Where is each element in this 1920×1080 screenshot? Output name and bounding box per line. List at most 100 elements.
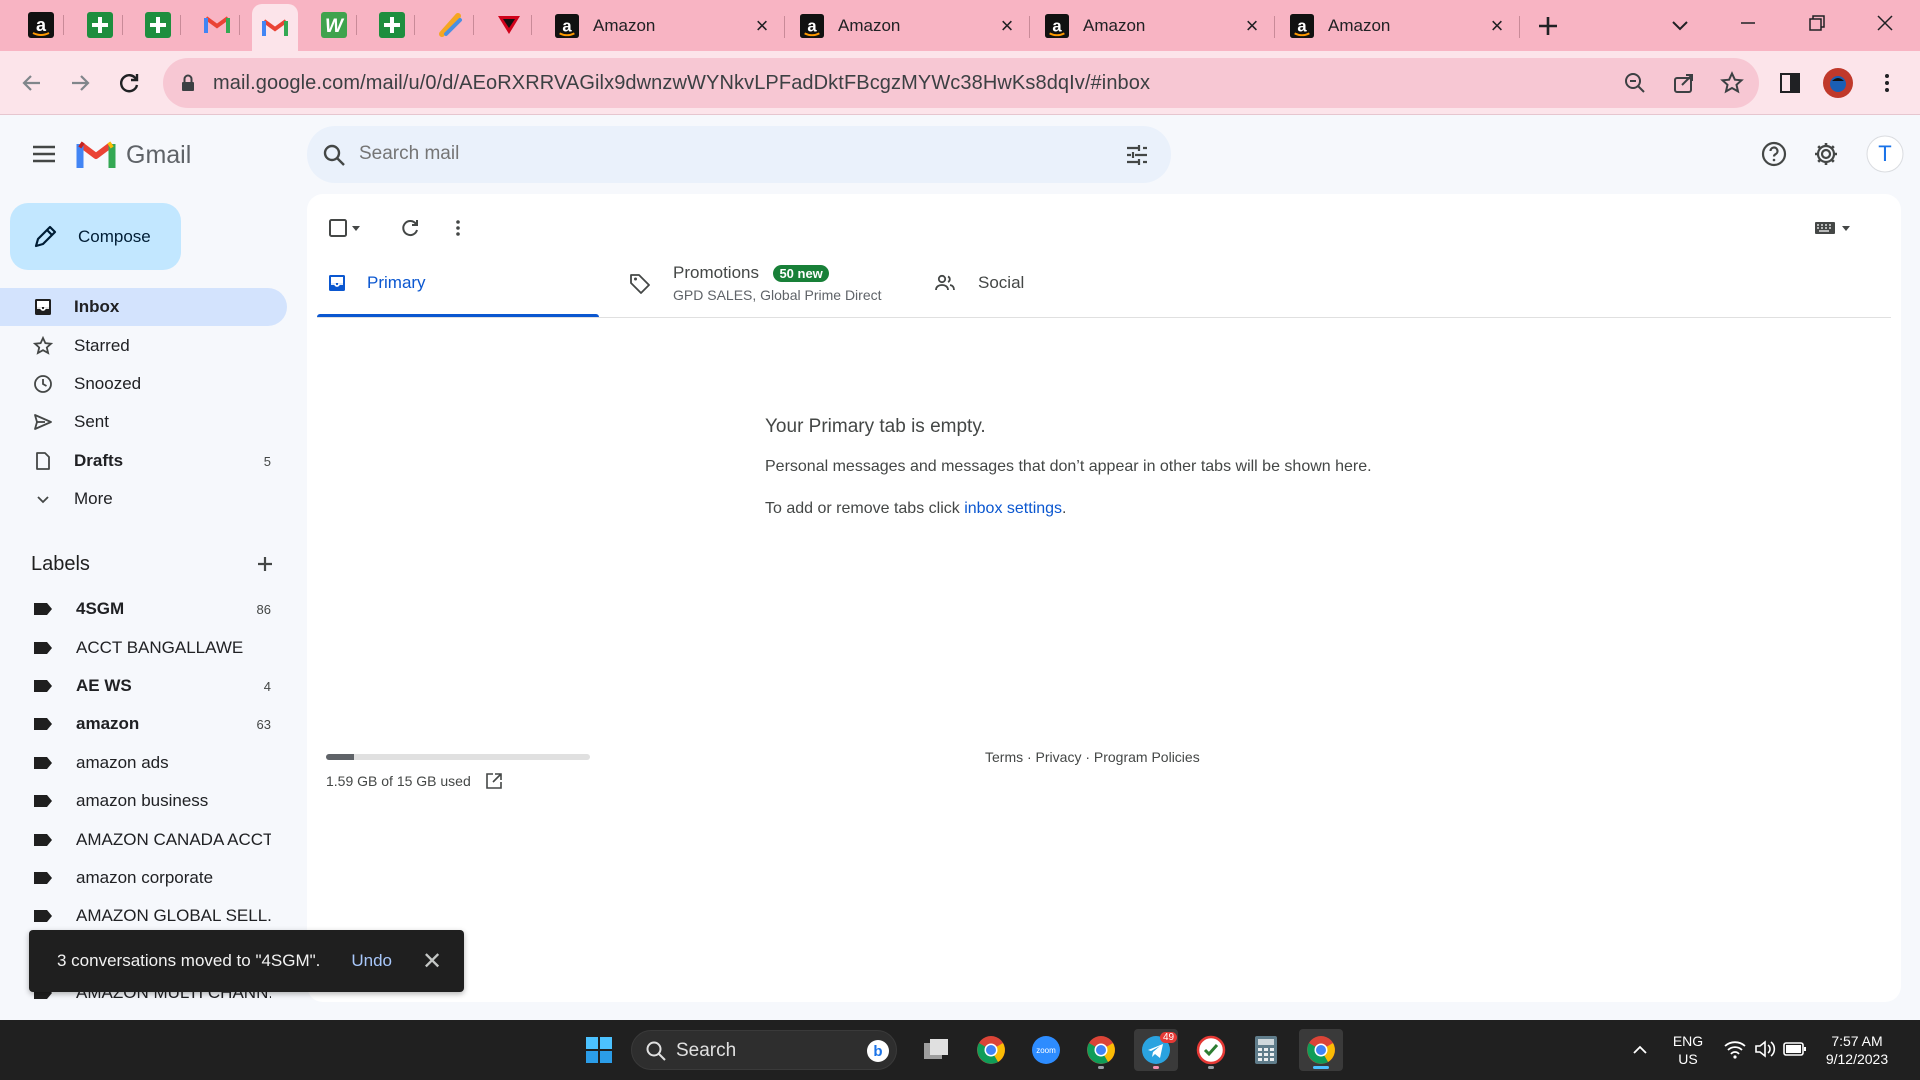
pinned-tab-gmail-1[interactable]	[194, 7, 240, 43]
profile-avatar-icon	[1823, 68, 1853, 98]
back-button[interactable]	[14, 65, 50, 101]
volume-button[interactable]	[1753, 1038, 1777, 1060]
main-menu-button[interactable]	[24, 138, 64, 170]
close-icon[interactable]: ×	[1486, 15, 1508, 37]
taskbar-calculator[interactable]	[1244, 1029, 1288, 1071]
star-icon[interactable]	[1720, 71, 1744, 95]
search-bar[interactable]	[307, 126, 1171, 183]
footer-links[interactable]: Terms · Privacy · Program Policies	[985, 749, 1200, 765]
label-item[interactable]: AMAZON CANADA ACCT	[0, 823, 287, 857]
running-indicator	[1153, 1066, 1159, 1069]
caret-down-icon[interactable]	[349, 221, 363, 235]
search-options-icon[interactable]	[1124, 142, 1150, 168]
minimize-button[interactable]	[1733, 8, 1763, 38]
windows-icon	[586, 1037, 612, 1063]
battery-button[interactable]	[1783, 1040, 1807, 1058]
pinned-tab-triangle-app[interactable]	[486, 7, 532, 43]
label-item[interactable]: amazon corporate	[0, 861, 287, 895]
address-bar[interactable]: mail.google.com/mail/u/0/d/AEoRXRRVAGilx…	[163, 58, 1759, 108]
tab-amazon-3[interactable]: a Amazon ×	[1035, 6, 1275, 46]
search-icon[interactable]	[321, 142, 347, 168]
tab-label: Primary	[367, 273, 426, 292]
taskbar-zoom[interactable]: zoom	[1024, 1029, 1068, 1071]
tab-amazon-1[interactable]: a Amazon ×	[545, 6, 785, 46]
pinned-tab-pen-app[interactable]	[428, 7, 474, 43]
pinned-tab-w-app[interactable]: W	[311, 7, 357, 43]
show-hidden-icons-button[interactable]	[1628, 1038, 1652, 1062]
sidebar-item-snoozed[interactable]: Snoozed	[0, 365, 287, 403]
plus-icon	[1539, 17, 1557, 35]
forward-button[interactable]	[62, 65, 98, 101]
network-button[interactable]	[1723, 1038, 1747, 1060]
label-item[interactable]: 4SGM 86	[0, 592, 287, 626]
label-item[interactable]: amazon business	[0, 784, 287, 818]
inbox-settings-link[interactable]: inbox settings	[964, 500, 1062, 517]
close-icon[interactable]: ✕	[422, 947, 442, 976]
profile-button[interactable]	[1820, 65, 1856, 101]
label-item[interactable]: amazon 63	[0, 707, 287, 741]
select-all-checkbox[interactable]	[327, 212, 363, 244]
search-input[interactable]	[359, 138, 1059, 170]
restore-button[interactable]	[1801, 8, 1831, 38]
refresh-button[interactable]	[399, 212, 421, 244]
pinned-tab-gmail-active[interactable]	[252, 4, 298, 51]
more-actions-button[interactable]	[447, 212, 469, 244]
account-avatar[interactable]: T	[1866, 135, 1904, 173]
tab-primary[interactable]: Primary	[327, 252, 426, 314]
new-tab-button[interactable]	[1532, 10, 1564, 42]
open-in-new-icon[interactable]	[485, 772, 503, 790]
settings-button[interactable]	[1806, 134, 1846, 174]
close-icon[interactable]: ×	[1241, 15, 1263, 37]
chrome-menu-button[interactable]	[1869, 65, 1905, 101]
close-icon[interactable]: ×	[751, 15, 773, 37]
tab-amazon-4[interactable]: a Amazon ×	[1280, 6, 1520, 46]
sidebar-item-drafts[interactable]: Drafts 5	[0, 442, 287, 480]
gmail-icon	[262, 18, 288, 36]
side-panel-button[interactable]	[1772, 65, 1808, 101]
create-label-button[interactable]	[252, 551, 278, 577]
label-item[interactable]: amazon ads	[0, 746, 287, 780]
taskbar-tasks-app[interactable]	[1189, 1029, 1233, 1071]
taskbar-chrome-active[interactable]	[1299, 1029, 1343, 1071]
undo-button[interactable]: Undo	[351, 951, 392, 971]
label-item[interactable]: AMAZON GLOBAL SELL...	[0, 899, 287, 933]
taskbar-search[interactable]: Search b	[631, 1030, 897, 1070]
sidebar-item-label: Drafts	[74, 451, 124, 470]
tab-search-button[interactable]	[1665, 10, 1695, 40]
sidebar-item-inbox[interactable]: Inbox	[0, 288, 287, 326]
sidebar-item-more[interactable]: More	[0, 480, 287, 518]
close-window-button[interactable]	[1870, 8, 1900, 38]
compose-button[interactable]: Compose	[10, 203, 181, 270]
start-button[interactable]	[577, 1029, 621, 1071]
gmail-logo[interactable]: Gmail	[76, 137, 191, 173]
hamburger-icon	[33, 145, 55, 163]
tab-promotions[interactable]: Promotions 50 new GPD SALES, Global Prim…	[629, 252, 882, 314]
taskbar-chrome-1[interactable]	[969, 1029, 1013, 1071]
close-icon[interactable]: ×	[996, 15, 1018, 37]
taskbar-file-explorer[interactable]	[914, 1029, 958, 1071]
sidebar-item-starred[interactable]: Starred	[0, 327, 287, 365]
minimize-icon	[1741, 22, 1755, 24]
pinned-tab-amazon[interactable]: a	[18, 7, 64, 43]
clock[interactable]: 7:57 AM 9/12/2023	[1812, 1032, 1902, 1068]
label-item[interactable]: ACCT BANGALLAWE	[0, 631, 287, 665]
zoom-icon[interactable]	[1623, 71, 1647, 95]
sidebar-item-sent[interactable]: Sent	[0, 403, 287, 441]
taskbar-chrome-2[interactable]	[1079, 1029, 1123, 1071]
pinned-tab-sheets-3[interactable]	[369, 7, 415, 43]
support-button[interactable]	[1754, 134, 1794, 174]
label-count: 4	[263, 678, 271, 694]
label-name: amazon business	[76, 791, 209, 810]
pinned-tab-sheets-2[interactable]	[135, 7, 181, 43]
taskbar-telegram[interactable]: 49	[1134, 1029, 1178, 1071]
input-tools-button[interactable]	[1813, 212, 1853, 244]
share-icon[interactable]	[1672, 71, 1696, 95]
pinned-tab-sheets-1[interactable]	[77, 7, 123, 43]
reload-button[interactable]	[111, 65, 147, 101]
label-item[interactable]: AE WS 4	[0, 669, 287, 703]
input-language[interactable]: ENG US	[1667, 1032, 1709, 1068]
label-name: AE WS	[76, 676, 132, 695]
tab-social[interactable]: Social	[934, 252, 1024, 314]
zoom-app-icon: zoom	[1032, 1036, 1060, 1064]
tab-amazon-2[interactable]: a Amazon ×	[790, 6, 1030, 46]
